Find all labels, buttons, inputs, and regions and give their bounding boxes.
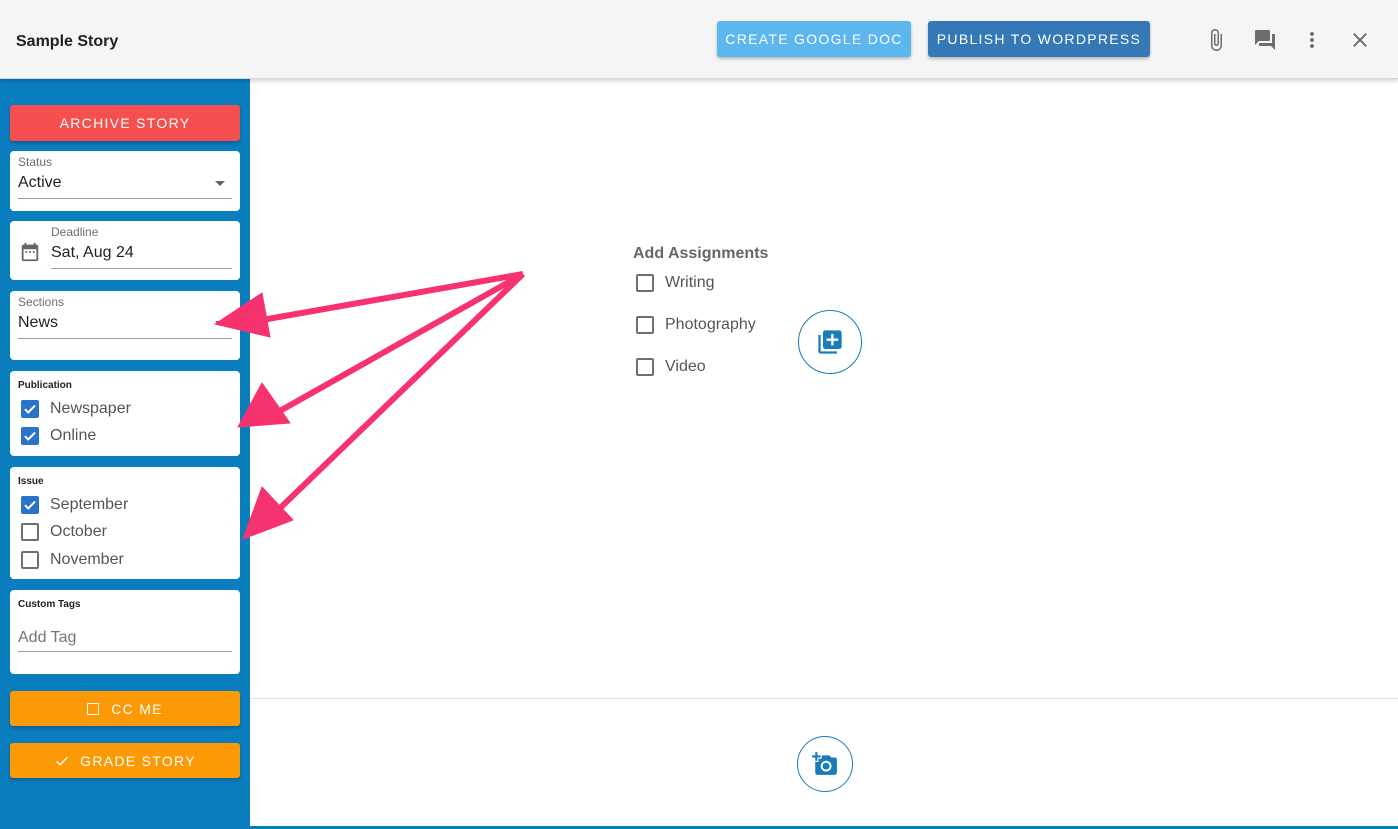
assignment-label: Photography	[665, 316, 756, 333]
add-photo-icon	[812, 752, 837, 775]
publication-group: Publication Newspaper Online	[10, 371, 240, 456]
publication-option-label: Newspaper	[50, 400, 131, 417]
arrow-to-sections	[261, 271, 524, 323]
dropdown-arrow-icon[interactable]	[215, 321, 225, 326]
paperclip-icon[interactable]	[1203, 27, 1229, 53]
calendar-icon[interactable]	[19, 241, 41, 268]
dropdown-arrow-icon[interactable]	[215, 181, 225, 186]
status-label: Status	[18, 155, 53, 169]
check-icon	[24, 404, 36, 414]
checkbox-november[interactable]	[21, 551, 39, 569]
create-google-doc-button[interactable]: CREATE GOOGLE DOC	[717, 21, 911, 57]
more-vert-icon[interactable]	[1299, 27, 1325, 53]
sections-field[interactable]: Sections News	[10, 291, 240, 360]
check-icon	[24, 500, 36, 510]
grade-story-label: GRADE STORY	[80, 752, 196, 769]
deadline-value: Sat, Aug 24	[51, 244, 134, 261]
content-divider	[250, 698, 1398, 699]
checkbox-video[interactable]	[636, 358, 654, 376]
archive-story-button[interactable]: ARCHIVE STORY	[10, 105, 240, 141]
checkbox-online[interactable]	[21, 427, 39, 445]
deadline-label: Deadline	[51, 225, 99, 239]
checkbox-writing[interactable]	[636, 274, 654, 292]
arrow-to-issue	[273, 271, 526, 515]
add-tag-input[interactable]	[18, 624, 232, 652]
close-icon[interactable]	[1347, 27, 1373, 53]
checkbox-newspaper[interactable]	[21, 400, 39, 418]
cc-me-button[interactable]: CC ME	[10, 691, 240, 726]
checkbox-outline-icon	[87, 702, 100, 715]
grade-story-button[interactable]: GRADE STORY	[10, 743, 240, 778]
add-assignments-title: Add Assignments	[633, 245, 769, 262]
checkbox-photography[interactable]	[636, 316, 654, 334]
deadline-underline	[51, 268, 232, 269]
issue-option-label: November	[50, 551, 124, 568]
cc-me-label: CC ME	[111, 700, 163, 717]
checkbox-september[interactable]	[21, 496, 39, 514]
check-icon	[24, 431, 36, 441]
issue-group: Issue September October November	[10, 467, 240, 579]
sections-underline	[18, 338, 232, 339]
status-field[interactable]: Status Active	[10, 151, 240, 211]
publish-wordpress-button[interactable]: PUBLISH TO WORDPRESS	[928, 21, 1150, 57]
publication-label: Publication	[18, 380, 72, 391]
status-value: Active	[18, 174, 62, 191]
assignment-label: Writing	[665, 274, 715, 291]
add-photo-button[interactable]	[797, 736, 853, 792]
arrow-head-issue	[242, 486, 294, 540]
issue-option-label: October	[50, 523, 107, 540]
custom-tags-group: Custom Tags	[10, 590, 240, 674]
publication-option-label: Online	[50, 427, 97, 444]
deadline-field[interactable]: Deadline Sat, Aug 24	[10, 221, 240, 280]
checkbox-october[interactable]	[21, 523, 39, 541]
story-title: Sample Story	[16, 33, 119, 50]
status-underline	[18, 198, 232, 199]
add-assignment-button[interactable]	[798, 310, 862, 374]
library-add-icon	[818, 330, 842, 354]
arrow-to-publication	[276, 271, 525, 415]
issue-option-label: September	[50, 496, 129, 513]
sections-label: Sections	[18, 295, 65, 309]
check-icon	[56, 756, 69, 766]
assignment-label: Video	[665, 358, 706, 375]
issue-label: Issue	[18, 476, 44, 487]
app-header: Sample Story CREATE GOOGLE DOC PUBLISH T…	[0, 0, 1398, 79]
custom-tags-label: Custom Tags	[18, 599, 81, 610]
comments-icon[interactable]	[1252, 27, 1278, 53]
sections-value: News	[18, 314, 59, 331]
